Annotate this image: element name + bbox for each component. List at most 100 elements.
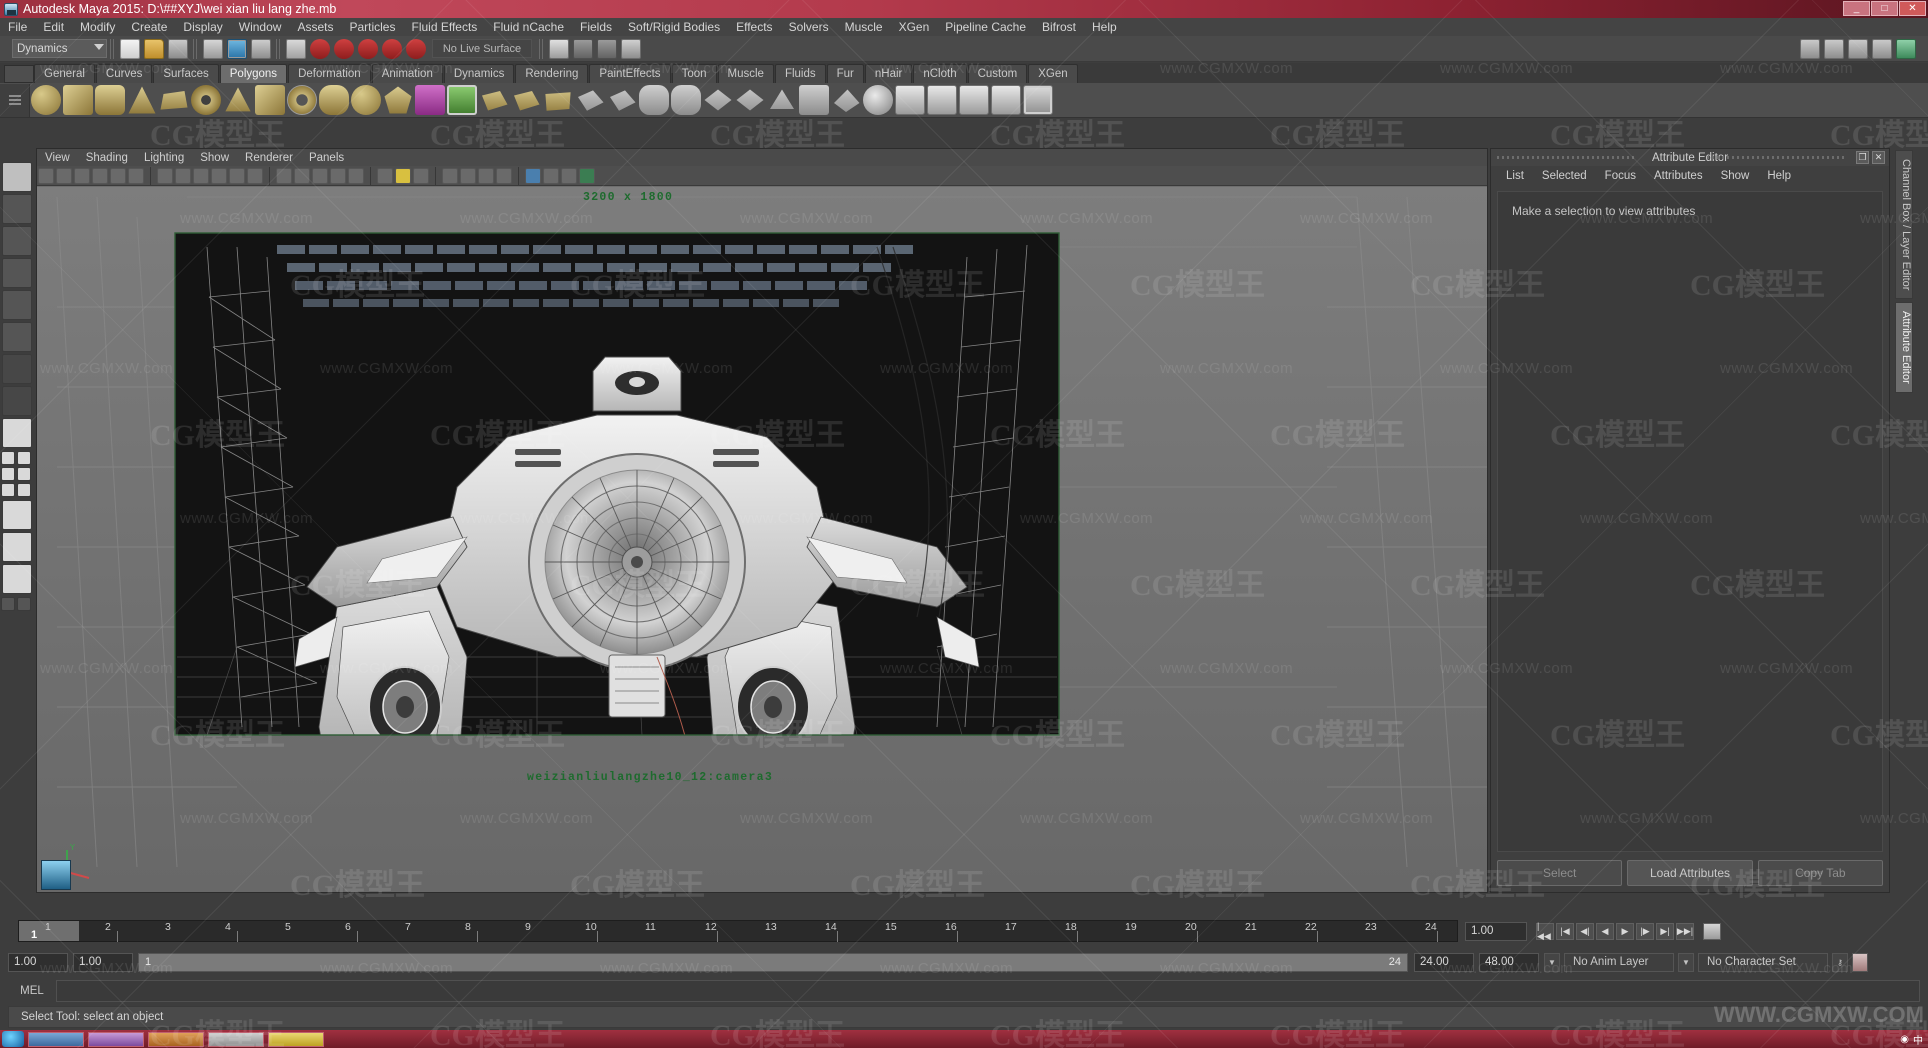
animation-preferences-icon[interactable] [1703, 922, 1721, 940]
poly-soccer-ball-icon[interactable] [351, 85, 381, 115]
shelf-tab-custom[interactable]: Custom [967, 64, 1028, 83]
texture-toggle-icon[interactable] [442, 167, 458, 184]
new-scene-icon[interactable] [120, 38, 140, 59]
load-attributes-button[interactable]: Load Attributes [1627, 860, 1753, 886]
start-button-icon[interactable] [2, 1031, 24, 1047]
snap-to-curve-icon[interactable] [310, 38, 330, 59]
range-end-field[interactable]: 1.00 [73, 952, 133, 972]
resolution-gate-icon[interactable] [193, 167, 209, 184]
layout-chevron-left-icon[interactable] [1, 597, 15, 611]
shelf-tab-surfaces[interactable]: Surfaces [153, 64, 219, 83]
snap-to-view-plane-icon[interactable] [382, 38, 402, 59]
close-panel-icon[interactable]: ✕ [1872, 151, 1885, 164]
menu-item-pipeline-cache[interactable]: Pipeline Cache [937, 18, 1034, 36]
toolbar-grip[interactable] [276, 38, 281, 59]
layout-chevron-right-icon[interactable] [17, 597, 31, 611]
poly-platonic-icon[interactable] [384, 86, 412, 114]
menu-set-dropdown[interactable]: Dynamics [12, 39, 107, 58]
playback-end-field[interactable]: 48.00 [1479, 952, 1539, 972]
play-backwards-button[interactable]: ◀ [1596, 922, 1614, 940]
viewport-panel[interactable]: View Shading Lighting Show Renderer Panels [36, 148, 1488, 893]
ipr-render-icon[interactable] [597, 38, 617, 59]
menu-item-edit[interactable]: Edit [35, 18, 72, 36]
close-button[interactable]: ✕ [1899, 1, 1926, 16]
shelf-tab-muscle[interactable]: Muscle [717, 64, 774, 83]
command-language-label[interactable]: MEL [8, 985, 56, 997]
poly-cylinder-icon[interactable] [95, 85, 125, 115]
shelf-tab-polygons[interactable]: Polygons [219, 64, 288, 83]
grid-toggle-icon[interactable] [157, 167, 173, 184]
viewport-menu-renderer[interactable]: Renderer [237, 152, 301, 164]
step-back-keyframe-button[interactable]: |◀ [1556, 922, 1574, 940]
view-transform-icon[interactable] [579, 167, 595, 184]
command-input[interactable] [56, 980, 1920, 1002]
play-forwards-button[interactable]: ▶ [1616, 922, 1634, 940]
shelf-tab-deformation[interactable]: Deformation [288, 64, 371, 83]
bookmark-icon[interactable] [92, 167, 108, 184]
menu-item-effects[interactable]: Effects [728, 18, 780, 36]
shelf-tab-fur[interactable]: Fur [826, 64, 864, 83]
poly-uv-layout-icon[interactable] [1023, 85, 1053, 115]
open-scene-icon[interactable] [144, 38, 164, 59]
image-plane-icon[interactable] [110, 167, 126, 184]
poly-pyramid-icon[interactable] [225, 87, 251, 112]
extra-layout-group[interactable] [0, 596, 34, 612]
persp-panel-layout-icon[interactable] [17, 483, 31, 497]
sidebar-toggle-channel-icon[interactable] [1872, 38, 1892, 59]
step-back-frame-button[interactable]: ◀| [1576, 922, 1594, 940]
spare-tool-slot-icon[interactable] [2, 386, 32, 416]
select-tool-icon[interactable] [2, 162, 32, 192]
poly-smooth-icon[interactable] [639, 85, 669, 115]
poly-separate-icon[interactable] [610, 90, 636, 111]
select-by-hierarchy-icon[interactable] [203, 38, 223, 59]
poly-reduce-icon[interactable] [736, 89, 764, 111]
toolbar-grip[interactable] [110, 38, 115, 59]
shelf-tab-ncloth[interactable]: nCloth [913, 64, 967, 83]
snap-to-point-icon[interactable] [334, 38, 354, 59]
ae-menu-help[interactable]: Help [1758, 170, 1800, 182]
shelf-tab-animation[interactable]: Animation [371, 64, 443, 83]
rotate-tool-icon[interactable] [2, 290, 32, 320]
poly-crease-icon[interactable] [834, 89, 860, 112]
range-slider-bar[interactable]: 1 24 [138, 952, 1408, 972]
shelf-tab-rendering[interactable]: Rendering [515, 64, 589, 83]
all-lights-icon[interactable] [395, 167, 411, 184]
poly-extrude-icon[interactable] [482, 91, 508, 111]
poly-uv-spherical-icon[interactable] [959, 85, 989, 115]
viewport-menu-panels[interactable]: Panels [301, 152, 352, 164]
menu-item-display[interactable]: Display [175, 18, 230, 36]
toolbar-grip[interactable] [193, 38, 198, 59]
poly-pipe-icon[interactable] [287, 85, 317, 115]
save-scene-icon[interactable] [168, 38, 188, 59]
ae-menu-focus[interactable]: Focus [1596, 170, 1645, 182]
viewport-menu-lighting[interactable]: Lighting [136, 152, 192, 164]
persp-render-layout-icon[interactable] [2, 564, 32, 594]
maximize-button[interactable]: □ [1871, 1, 1898, 16]
poly-uv-automatic-icon[interactable] [991, 85, 1021, 115]
taskbar-item[interactable] [148, 1031, 204, 1047]
hypershade-persp-layout-icon[interactable] [2, 532, 32, 562]
xray-joints-icon[interactable] [478, 167, 494, 184]
move-tool-icon[interactable] [2, 258, 32, 288]
xray-active-components-icon[interactable] [496, 167, 512, 184]
restore-panel-icon[interactable]: ❐ [1856, 151, 1869, 164]
shelf-tab-dynamics[interactable]: Dynamics [443, 64, 515, 83]
step-forward-keyframe-button[interactable]: ▶| [1656, 922, 1674, 940]
shelf-tab-fluids[interactable]: Fluids [774, 64, 826, 83]
menu-item-muscle[interactable]: Muscle [837, 18, 891, 36]
persp-graph-editor-layout-icon[interactable] [2, 500, 32, 530]
tray-language-icon[interactable]: 中 [1913, 1032, 1923, 1047]
render-current-frame-icon[interactable] [573, 38, 593, 59]
sidebar-toggle-attribute-icon[interactable] [1848, 38, 1868, 59]
smooth-shade-all-icon[interactable] [294, 167, 310, 184]
outliner-persp-layout-icon[interactable] [1, 483, 15, 497]
menu-item-fluid-effects[interactable]: Fluid Effects [403, 18, 485, 36]
xray-toggle-icon[interactable] [460, 167, 476, 184]
viewport-canvas[interactable]: 3200 x 1800 weizianliulangzhe10_12:camer… [37, 187, 1487, 892]
tab-channel-box-layer-editor[interactable]: Channel Box / Layer Editor [1895, 150, 1913, 300]
select-camera-icon[interactable] [38, 167, 54, 184]
four-view-layout-icon[interactable] [1, 451, 15, 465]
taskbar-item[interactable] [268, 1031, 324, 1047]
poly-torus-icon[interactable] [191, 85, 221, 115]
select-by-component-icon[interactable] [251, 38, 271, 59]
